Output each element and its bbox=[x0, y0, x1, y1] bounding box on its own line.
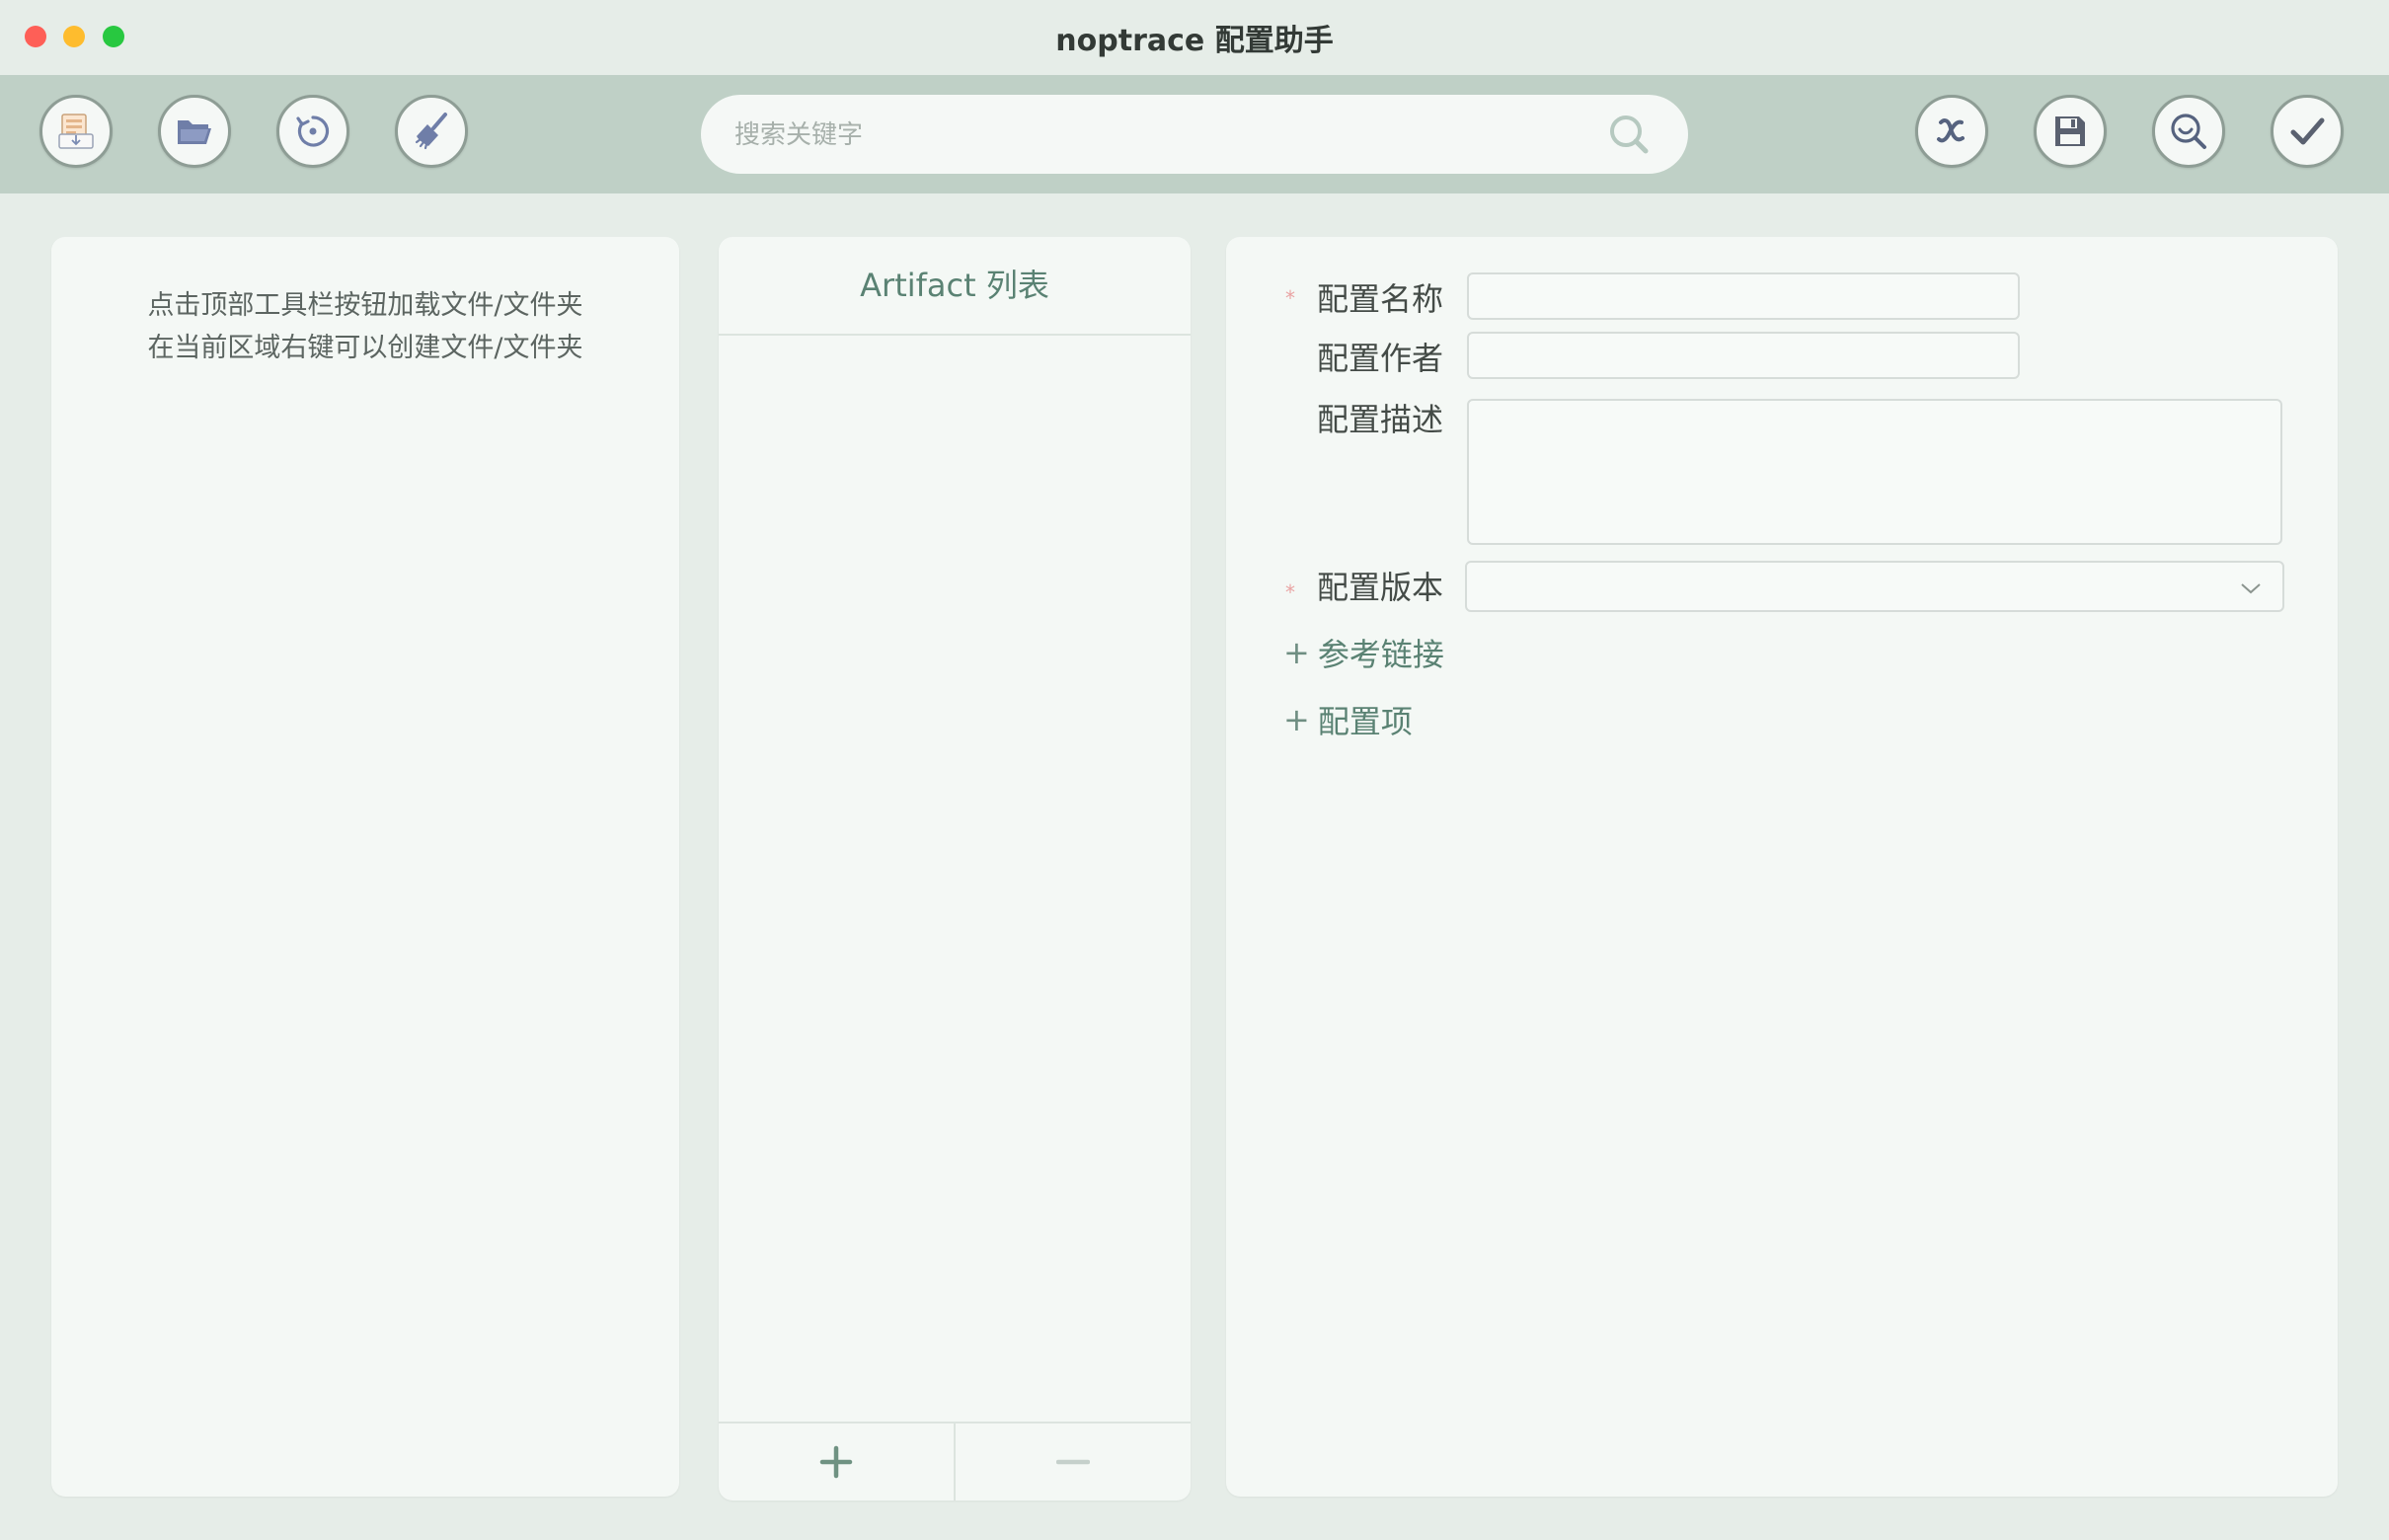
reference-links-expander[interactable]: + 参考链接 bbox=[1283, 630, 1444, 675]
required-mark-version: * bbox=[1285, 580, 1295, 604]
toolbar bbox=[0, 75, 2389, 193]
open-folder-button[interactable] bbox=[158, 95, 231, 168]
title-bar: noptrace 配置助手 bbox=[0, 0, 2389, 75]
plus-icon bbox=[819, 1445, 853, 1479]
minus-icon bbox=[1056, 1459, 1090, 1465]
reload-button[interactable] bbox=[276, 95, 349, 168]
window-title: noptrace 配置助手 bbox=[1055, 24, 1334, 58]
reload-icon bbox=[296, 116, 330, 147]
variable-button[interactable] bbox=[1915, 95, 1988, 168]
config-description-label: 配置描述 bbox=[1317, 401, 1444, 438]
app-window: noptrace 配置助手 搜索关键字 点击顶部工具栏按钮加载文件/文件夹 在当… bbox=[0, 0, 2389, 1540]
clean-broom-icon bbox=[415, 113, 447, 150]
import-file-icon bbox=[58, 114, 94, 149]
file-tree-panel[interactable]: 点击顶部工具栏按钮加载文件/文件夹 在当前区域右键可以创建文件/文件夹 bbox=[51, 237, 679, 1497]
artifact-list-title: Artifact 列表 bbox=[719, 237, 1191, 336]
chevron-down-icon bbox=[2241, 583, 2261, 594]
remove-artifact-button[interactable] bbox=[956, 1424, 1191, 1501]
open-folder-icon bbox=[178, 120, 211, 144]
reference-links-label: 参考链接 bbox=[1317, 636, 1444, 673]
preview-button[interactable] bbox=[2152, 95, 2225, 168]
config-author-input[interactable] bbox=[1467, 332, 2020, 379]
search-box bbox=[701, 95, 1688, 176]
config-items-expander[interactable]: + 配置项 bbox=[1283, 697, 1413, 742]
config-name-input[interactable] bbox=[1467, 272, 2020, 320]
config-name-label: 配置名称 bbox=[1317, 280, 1444, 318]
search-icon[interactable] bbox=[1607, 113, 1651, 156]
hint-line-1: 点击顶部工具栏按钮加载文件/文件夹 bbox=[147, 290, 583, 321]
save-disk-icon bbox=[2055, 116, 2085, 146]
save-button[interactable] bbox=[2034, 95, 2107, 168]
file-tree-hint: 点击顶部工具栏按钮加载文件/文件夹 在当前区域右键可以创建文件/文件夹 bbox=[51, 284, 679, 369]
required-mark-name: * bbox=[1285, 286, 1295, 310]
import-file-button[interactable] bbox=[39, 95, 113, 168]
config-form-panel: * 配置名称 配置作者 配置描述 * 配置版本 + 参考链接 + 配置项 bbox=[1226, 237, 2338, 1497]
variable-x-icon bbox=[1937, 118, 1965, 143]
confirm-button[interactable] bbox=[2271, 95, 2344, 168]
hint-line-2: 在当前区域右键可以创建文件/文件夹 bbox=[147, 333, 583, 363]
check-icon bbox=[2290, 117, 2325, 145]
artifact-list-panel: Artifact 列表 bbox=[719, 237, 1191, 1501]
plus-icon: + bbox=[1283, 634, 1310, 671]
search-input[interactable] bbox=[732, 95, 1605, 176]
preview-search-icon bbox=[2171, 114, 2206, 149]
add-artifact-button[interactable] bbox=[719, 1424, 954, 1501]
config-items-label: 配置项 bbox=[1317, 703, 1413, 740]
config-author-label: 配置作者 bbox=[1317, 340, 1444, 377]
config-version-select[interactable] bbox=[1465, 561, 2284, 612]
config-description-textarea[interactable] bbox=[1467, 399, 2282, 545]
config-version-label: 配置版本 bbox=[1317, 569, 1444, 606]
clean-button[interactable] bbox=[395, 95, 468, 168]
artifact-list-footer bbox=[719, 1422, 1191, 1501]
plus-icon: + bbox=[1283, 701, 1310, 738]
